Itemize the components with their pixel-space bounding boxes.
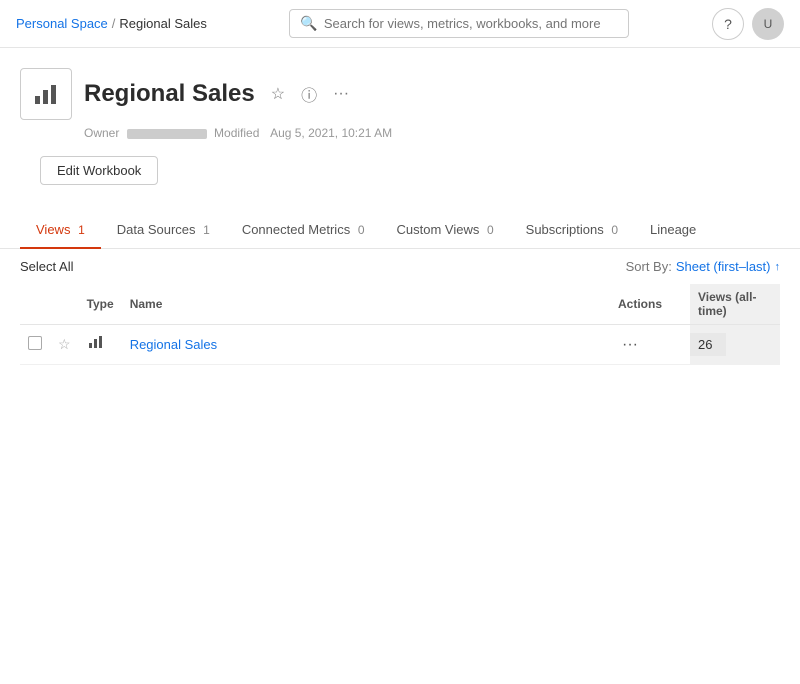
- sort-by-label: Sort By:: [626, 259, 672, 274]
- row-more-actions-button[interactable]: ···: [618, 334, 642, 356]
- tab-data-sources-count: 1: [203, 223, 210, 237]
- workbook-meta: Owner Modified Aug 5, 2021, 10:21 AM: [84, 126, 780, 140]
- row-checkbox[interactable]: [28, 336, 42, 350]
- tab-custom-views[interactable]: Custom Views 0: [381, 212, 510, 249]
- workbook-inline-actions: ☆ ⓘ ···: [267, 80, 353, 108]
- col-header-type: Type: [79, 284, 122, 325]
- tab-connected-metrics[interactable]: Connected Metrics 0: [226, 212, 381, 249]
- table-area: Select All Sort By: Sheet (first–last) ↑…: [0, 249, 800, 365]
- edit-workbook-button[interactable]: Edit Workbook: [40, 156, 158, 185]
- col-header-name: Name: [122, 284, 610, 325]
- more-options-button[interactable]: ···: [329, 83, 353, 105]
- modified-date: Aug 5, 2021, 10:21 AM: [270, 126, 392, 140]
- row-views-cell: 26: [690, 325, 780, 365]
- table-controls: Select All Sort By: Sheet (first–last) ↑: [20, 249, 780, 284]
- favorite-button[interactable]: ☆: [267, 82, 289, 106]
- tab-views[interactable]: Views 1: [20, 212, 101, 249]
- breadcrumb-current-page: Regional Sales: [119, 16, 206, 31]
- owner-label: Owner: [84, 126, 119, 140]
- table-header-row: Type Name Actions Views (all-time): [20, 284, 780, 325]
- workbook-title-row: Regional Sales ☆ ⓘ ···: [20, 68, 780, 120]
- tab-views-count: 1: [78, 223, 85, 237]
- table-row: ☆ Regional Sales ···: [20, 325, 780, 365]
- info-button[interactable]: ⓘ: [297, 80, 321, 108]
- tab-connected-metrics-count: 0: [358, 223, 365, 237]
- sort-direction-icon[interactable]: ↑: [775, 261, 781, 273]
- sort-by-value[interactable]: Sheet (first–last): [676, 259, 771, 274]
- help-button[interactable]: ?: [712, 8, 744, 40]
- row-favorite-icon[interactable]: ☆: [58, 336, 71, 352]
- row-actions-cell: ···: [610, 325, 690, 365]
- owner-value: [127, 129, 207, 139]
- row-views-count: 26: [690, 333, 726, 356]
- col-header-actions: Actions: [610, 284, 690, 325]
- workbook-title: Regional Sales: [84, 80, 255, 108]
- breadcrumb: Personal Space / Regional Sales: [16, 16, 207, 31]
- row-name-link[interactable]: Regional Sales: [130, 337, 217, 352]
- help-icon: ?: [724, 16, 732, 32]
- row-checkbox-cell: [20, 325, 50, 365]
- edit-workbook-area: Edit Workbook: [0, 156, 800, 211]
- row-name-cell: Regional Sales: [122, 325, 610, 365]
- search-icon: 🔍: [300, 15, 317, 32]
- avatar-icon: U: [764, 17, 773, 31]
- row-type-icon: [87, 338, 105, 355]
- tab-lineage[interactable]: Lineage: [634, 212, 712, 249]
- workbook-tabs: Views 1 Data Sources 1 Connected Metrics…: [0, 211, 800, 249]
- modified-label: Modified: [214, 126, 259, 140]
- tab-custom-views-count: 0: [487, 223, 494, 237]
- row-star-cell: ☆: [50, 325, 79, 365]
- tab-data-sources[interactable]: Data Sources 1: [101, 212, 226, 249]
- tab-subscriptions[interactable]: Subscriptions 0: [510, 212, 634, 249]
- views-table: Type Name Actions Views (all-time) ☆: [20, 284, 780, 365]
- workbook-icon: [20, 68, 72, 120]
- sort-area: Sort By: Sheet (first–last) ↑: [626, 259, 780, 274]
- nav-icons: ? U: [712, 8, 784, 40]
- user-avatar-button[interactable]: U: [752, 8, 784, 40]
- top-nav: Personal Space / Regional Sales 🔍 ? U: [0, 0, 800, 48]
- workbook-header: Regional Sales ☆ ⓘ ··· Owner Modified Au…: [0, 48, 800, 140]
- breadcrumb-separator: /: [112, 16, 116, 31]
- breadcrumb-personal-space[interactable]: Personal Space: [16, 16, 108, 31]
- tab-subscriptions-count: 0: [611, 223, 618, 237]
- search-input[interactable]: [324, 16, 619, 31]
- row-type-cell: [79, 325, 122, 365]
- select-all-button[interactable]: Select All: [20, 259, 73, 274]
- col-header-check: [20, 284, 50, 325]
- workbook-chart-icon: [32, 80, 60, 108]
- col-header-star: [50, 284, 79, 325]
- col-header-views: Views (all-time): [690, 284, 780, 325]
- search-bar[interactable]: 🔍: [289, 9, 629, 38]
